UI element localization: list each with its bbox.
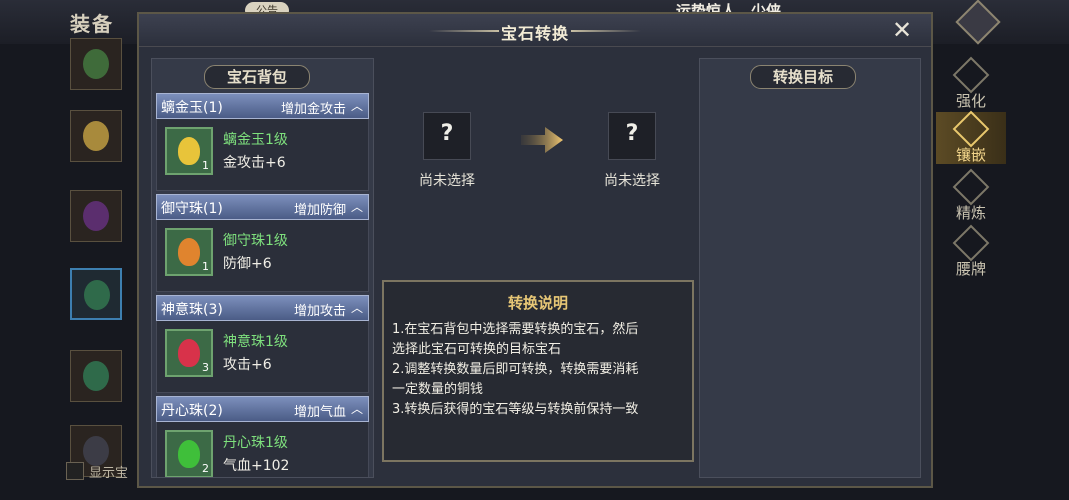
equip-slot[interactable] [70,190,122,242]
gem-name: 神意珠1级 [223,334,288,350]
gem-count: 3 [202,361,209,374]
gem-group-header[interactable]: 螭金玉(1) 增加金攻击 ︿ [156,93,369,119]
arrow-right-icon [521,127,563,153]
show-label: 显示宝 [89,466,129,481]
gem-group-header[interactable]: 神意珠(3) 增加攻击 ︿ [156,295,369,321]
equip-slot-selected[interactable] [70,268,122,320]
side-tab-badge[interactable]: 腰牌 [936,224,1006,278]
gem-name: 螭金玉1级 [223,132,288,148]
gem-group-header[interactable]: 御守珠(1) 增加防御 ︿ [156,194,369,220]
gem-item[interactable]: 1 螭金玉1级 金攻击+6 [156,119,369,191]
dialog-header: 宝石转换 ✕ [139,14,931,47]
gem-group-effect: 增加金攻击 [280,102,346,117]
side-tab-label: 腰牌 [955,260,986,278]
target-slot-label: 尚未选择 [604,173,660,189]
dialog-title: 宝石转换 [500,24,569,43]
help-line: 1.在宝石背包中选择需要转换的宝石，然后 [392,322,639,337]
gem-item[interactable]: 2 丹心珠1级 气血+102 [156,422,369,477]
gem-name: 丹心珠1级 [223,435,288,451]
gem-stat: 防御+6 [223,256,272,272]
bead-icon [178,238,200,266]
close-button[interactable]: ✕ [887,17,917,43]
side-tab-refine[interactable]: 精炼 [936,168,1006,222]
question-icon: ? [625,121,639,146]
equip-slot[interactable] [70,38,122,90]
help-line: 2.调整转换数量后即可转换，转换需要消耗 [392,362,639,377]
gem-group-header[interactable]: 丹心珠(2) 增加气血 ︿ [156,396,369,422]
gem-group-effect: 增加气血 [293,405,346,420]
gem-group-name: 丹心珠(2) [161,403,223,419]
badge-icon [952,224,990,262]
gem-group: 丹心珠(2) 增加气血 ︿ 2 丹心珠1级 气血+102 [156,396,369,477]
gem-group: 御守珠(1) 增加防御 ︿ 1 御守珠1级 防御+6 [156,194,369,292]
target-gem-slot[interactable]: ? [608,112,656,160]
gem-group-name: 御守珠(1) [161,201,223,217]
gem-item-icon: 1 [165,228,213,276]
gem-count: 2 [202,462,209,475]
chevron-up-icon: ︿ [350,402,363,416]
side-tab-strengthen[interactable]: 强化 [936,56,1006,110]
source-slot-label: 尚未选择 [419,173,475,189]
gem-group-effect: 增加防御 [293,203,346,218]
gem-item[interactable]: 1 御守珠1级 防御+6 [156,220,369,292]
bead-icon [178,339,200,367]
help-line: 3.转换后获得的宝石等级与转换前保持一致 [392,402,639,417]
gem-count: 1 [202,260,209,273]
show-checkbox[interactable] [66,462,84,480]
source-gem-slot[interactable]: ? [423,112,471,160]
gem-bag-panel: 宝石背包 螭金玉(1) 增加金攻击 ︿ 1 螭金玉1级 金攻击+6 御守珠(1)… [151,58,374,478]
bead-icon [178,440,200,468]
refine-icon [952,168,990,206]
gem-item-icon: 1 [165,127,213,175]
title-ornament-right [571,30,641,32]
gem-group: 神意珠(3) 增加攻击 ︿ 3 神意珠1级 攻击+6 [156,295,369,393]
help-title: 转换说明 [507,294,568,312]
conversion-help-box: 转换说明 1.在宝石背包中选择需要转换的宝石，然后 选择此宝石可转换的目标宝石 … [382,280,694,462]
target-panel: 转换目标 [699,58,921,478]
gem-item[interactable]: 3 神意珠1级 攻击+6 [156,321,369,393]
anvil-icon [952,56,990,94]
gem-icon [952,110,990,148]
jade-icon [178,137,200,165]
help-line: 一定数量的铜钱 [392,382,484,397]
help-line: 选择此宝石可转换的目标宝石 [392,342,562,357]
chevron-up-icon: ︿ [350,200,363,214]
side-tab-label: 镶嵌 [955,146,986,164]
target-panel-title: 转换目标 [750,65,857,89]
gem-group: 螭金玉(1) 增加金攻击 ︿ 1 螭金玉1级 金攻击+6 [156,93,369,191]
gem-group-name: 神意珠(3) [161,302,223,318]
equip-slot[interactable] [70,350,122,402]
side-tab-label: 强化 [955,92,986,110]
equip-slot[interactable] [70,110,122,162]
close-icon: ✕ [891,16,913,44]
gem-stat: 攻击+6 [223,357,272,373]
gem-stat: 气血+102 [223,458,290,474]
gem-item-icon: 2 [165,430,213,477]
gem-item-icon: 3 [165,329,213,377]
gem-bag-title: 宝石背包 [204,65,311,89]
gem-count: 1 [202,159,209,172]
gem-convert-dialog: 宝石转换 ✕ 宝石背包 螭金玉(1) 增加金攻击 ︿ 1 螭金玉1级 金攻击+6 [137,12,933,488]
gem-group-name: 螭金玉(1) [161,100,223,116]
gem-stat: 金攻击+6 [223,155,286,171]
side-tab-inlay[interactable]: 镶嵌 [936,110,1006,164]
gem-group-effect: 增加攻击 [293,304,346,319]
chevron-up-icon: ︿ [350,99,363,113]
chevron-up-icon: ︿ [350,301,363,315]
screen-title: 装备 [70,12,114,36]
gem-name: 御守珠1级 [223,233,288,249]
side-tab-label: 精炼 [955,204,986,222]
question-icon: ? [440,121,454,146]
